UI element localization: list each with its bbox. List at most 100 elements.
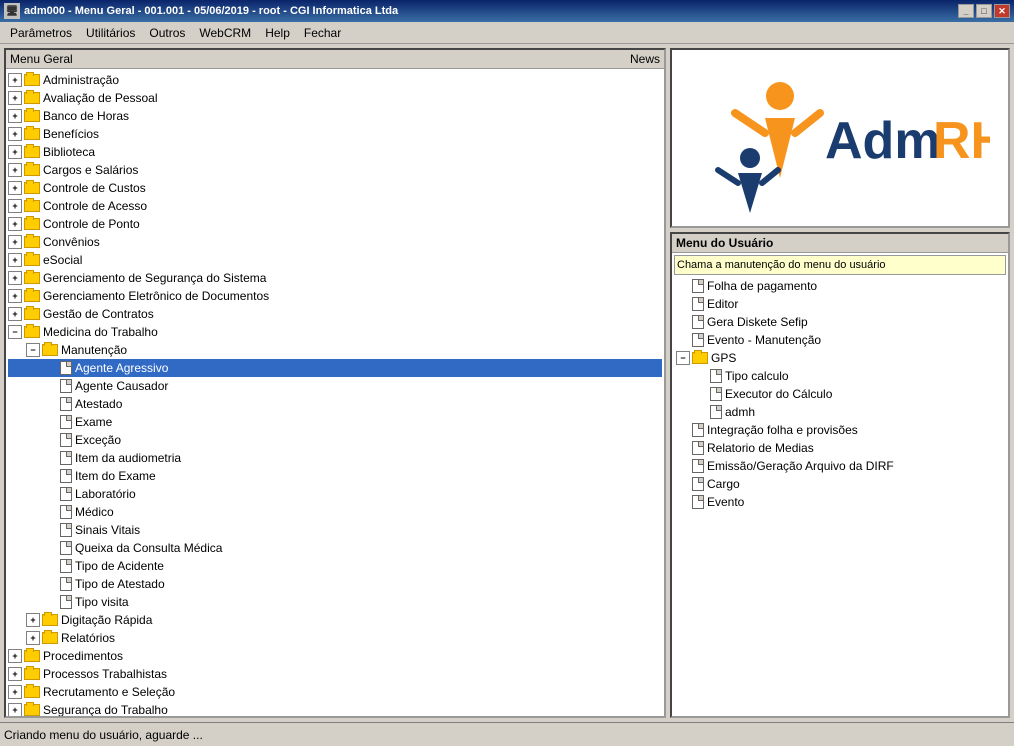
tree-item-exame[interactable]: Exame [8, 413, 662, 431]
folder-icon-gest_cont [24, 308, 40, 320]
expander-med[interactable]: − [8, 325, 22, 339]
user-menu-item-evento[interactable]: Evento [674, 493, 1006, 511]
user-menu-item-emissao[interactable]: Emissão/Geração Arquivo da DIRF [674, 457, 1006, 475]
tree-item-recr[interactable]: +Recrutamento e Seleção [8, 683, 662, 701]
tree-item-ctrl_acesso[interactable]: + Controle de Acesso [8, 197, 662, 215]
expander-um-gps[interactable]: − [676, 351, 690, 365]
user-menu-list[interactable]: Chama a manutenção do menu do usuário Fol… [672, 253, 1008, 716]
tree-item-agente_caus[interactable]: Agente Causador [8, 377, 662, 395]
tree-label-medico: Médico [75, 504, 114, 520]
tree-container[interactable]: +Administração+Avaliação de Pessoal+Banc… [6, 69, 664, 716]
expander-proc_trab[interactable]: + [8, 667, 22, 681]
doc-icon-um-evento [692, 495, 704, 509]
tree-item-seg_trab[interactable]: +Segurança do Trabalho [8, 701, 662, 716]
maximize-button[interactable]: □ [976, 4, 992, 18]
status-text: Criando menu do usuário, aguarde ... [4, 728, 203, 742]
expander-seg_trab[interactable]: + [8, 703, 22, 716]
menu-item-parametros[interactable]: Parâmetros [4, 24, 78, 42]
tree-item-queixa[interactable]: Queixa da Consulta Médica [8, 539, 662, 557]
expander-ctrl_ponto[interactable]: + [8, 217, 22, 231]
expander-conv[interactable]: + [8, 235, 22, 249]
tree-item-relatorios[interactable]: +Relatórios [8, 629, 662, 647]
tree-item-esocial[interactable]: +eSocial [8, 251, 662, 269]
folder-icon-ger_seg [24, 272, 40, 284]
tree-item-proced[interactable]: +Procedimentos [8, 647, 662, 665]
user-menu-header: Menu do Usuário [672, 234, 1008, 253]
tree-item-ger_seg[interactable]: +Gerenciamento de Segurança do Sistema [8, 269, 662, 287]
user-menu-item-folha[interactable]: Folha de pagamento [674, 277, 1006, 295]
tree-item-lab[interactable]: Laboratório [8, 485, 662, 503]
tree-label-ctrl_acesso: Controle de Acesso [43, 198, 147, 214]
expander-relatorios[interactable]: + [26, 631, 40, 645]
tree-label-proc_trab: Processos Trabalhistas [43, 666, 167, 682]
expander-manut[interactable]: − [26, 343, 40, 357]
user-menu-maint-button[interactable]: Chama a manutenção do menu do usuário [674, 255, 1006, 275]
expander-benef[interactable]: + [8, 127, 22, 141]
tree-item-agente_agr[interactable]: Agente Agressivo [8, 359, 662, 377]
folder-icon-um-gps [692, 352, 708, 364]
folder-icon-ctrl_ponto [24, 218, 40, 230]
user-menu-item-rel_med[interactable]: Relatorio de Medias [674, 439, 1006, 457]
folder-icon-cargos [24, 164, 40, 176]
user-menu-item-evento_man[interactable]: Evento - Manutenção [674, 331, 1006, 349]
tree-item-cargos[interactable]: +Cargos e Salários [8, 161, 662, 179]
expander-admin[interactable]: + [8, 73, 22, 87]
user-menu-item-admh[interactable]: admh [674, 403, 1006, 421]
menu-item-webcrm[interactable]: WebCRM [193, 24, 257, 42]
menu-item-outros[interactable]: Outros [143, 24, 191, 42]
tree-item-dig_rap[interactable]: +Digitação Rápida [8, 611, 662, 629]
admrh-logo-svg: Adm RH [690, 58, 990, 218]
tree-item-ctrl_ponto[interactable]: +Controle de Ponto [8, 215, 662, 233]
tree-item-atestado[interactable]: Atestado [8, 395, 662, 413]
user-menu-item-cargo[interactable]: Cargo [674, 475, 1006, 493]
expander-banco[interactable]: + [8, 109, 22, 123]
tree-item-gest_cont[interactable]: +Gestão de Contratos [8, 305, 662, 323]
tree-label-tipo_visit: Tipo visita [75, 594, 129, 610]
expander-proced[interactable]: + [8, 649, 22, 663]
menu-item-help[interactable]: Help [259, 24, 296, 42]
expander-recr[interactable]: + [8, 685, 22, 699]
tree-item-med[interactable]: −Medicina do Trabalho [8, 323, 662, 341]
expander-ctrl_custo[interactable]: + [8, 181, 22, 195]
tree-item-excecao[interactable]: Exceção [8, 431, 662, 449]
user-menu-item-integ[interactable]: Integração folha e provisões [674, 421, 1006, 439]
expander-cargos[interactable]: + [8, 163, 22, 177]
user-menu-item-gera_disk[interactable]: Gera Diskete Sefip [674, 313, 1006, 331]
tree-item-tipo_atest[interactable]: Tipo de Atestado [8, 575, 662, 593]
expander-ger_seg[interactable]: + [8, 271, 22, 285]
user-menu-item-tipo_calc[interactable]: Tipo calculo [674, 367, 1006, 385]
minimize-button[interactable]: _ [958, 4, 974, 18]
tree-item-sinais[interactable]: Sinais Vitais [8, 521, 662, 539]
tree-item-item_exame[interactable]: Item do Exame [8, 467, 662, 485]
tree-item-medico[interactable]: Médico [8, 503, 662, 521]
user-menu-item-gps[interactable]: −GPS [674, 349, 1006, 367]
tree-item-biblio[interactable]: +Biblioteca [8, 143, 662, 161]
tree-item-ctrl_custo[interactable]: +Controle de Custos [8, 179, 662, 197]
folder-icon-ger_ele [24, 290, 40, 302]
menu-item-fechar[interactable]: Fechar [298, 24, 347, 42]
tree-item-admin[interactable]: +Administração [8, 71, 662, 89]
tree-item-aval[interactable]: +Avaliação de Pessoal [8, 89, 662, 107]
menu-item-utilitarios[interactable]: Utilitários [80, 24, 141, 42]
expander-ctrl_acesso[interactable]: + [8, 199, 22, 213]
tree-item-benef[interactable]: +Benefícios [8, 125, 662, 143]
expander-esocial[interactable]: + [8, 253, 22, 267]
tree-item-banco[interactable]: +Banco de Horas [8, 107, 662, 125]
user-menu-item-exec_calc[interactable]: Executor do Cálculo [674, 385, 1006, 403]
expander-ger_ele[interactable]: + [8, 289, 22, 303]
user-menu-item-editor[interactable]: Editor [674, 295, 1006, 313]
tree-item-item_audio[interactable]: Item da audiometria [8, 449, 662, 467]
expander-aval[interactable]: + [8, 91, 22, 105]
folder-icon-ctrl_acesso [24, 200, 40, 212]
tree-item-ger_ele[interactable]: +Gerenciamento Eletrônico de Documentos [8, 287, 662, 305]
tree-item-tipo_acid[interactable]: Tipo de Acidente [8, 557, 662, 575]
tree-item-tipo_visit[interactable]: Tipo visita [8, 593, 662, 611]
folder-icon-manut [42, 344, 58, 356]
expander-gest_cont[interactable]: + [8, 307, 22, 321]
tree-item-conv[interactable]: +Convênios [8, 233, 662, 251]
close-button[interactable]: ✕ [994, 4, 1010, 18]
tree-item-manut[interactable]: −Manutenção [8, 341, 662, 359]
tree-item-proc_trab[interactable]: + Processos Trabalhistas [8, 665, 662, 683]
expander-dig_rap[interactable]: + [26, 613, 40, 627]
expander-biblio[interactable]: + [8, 145, 22, 159]
